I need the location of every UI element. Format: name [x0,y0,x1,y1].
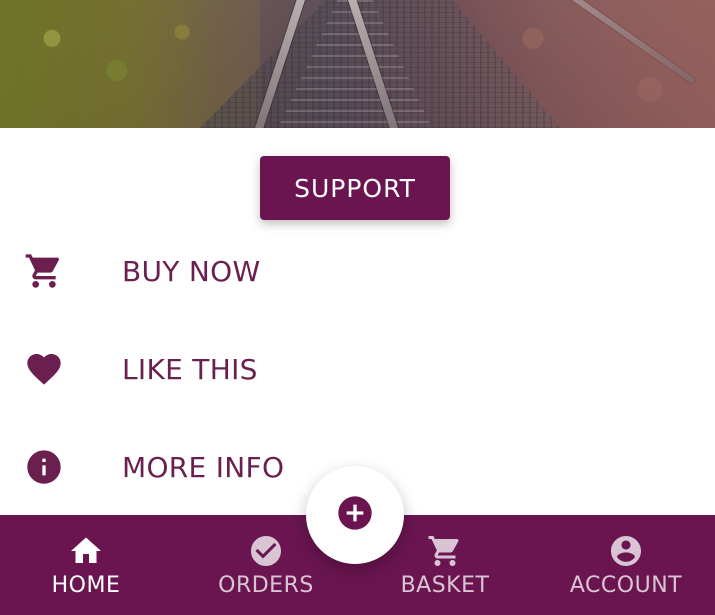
support-button[interactable]: SUPPORT [260,156,450,220]
nav-label-basket: BASKET [400,573,490,598]
hero-image [0,0,715,128]
home-icon [66,531,106,571]
menu-item-label: MORE INFO [122,450,285,484]
nav-item-orders[interactable]: ORDERS [214,515,318,615]
nav-label-account: ACCOUNT [569,573,683,598]
menu-item-buy-now[interactable]: BUY NOW [0,222,715,320]
shopping-cart-icon [425,531,465,571]
menu-item-label: LIKE THIS [122,352,258,386]
menu-item-like-this[interactable]: LIKE THIS [0,320,715,418]
add-fab[interactable] [306,466,404,564]
info-icon [24,447,64,487]
shopping-cart-icon [24,251,64,291]
add-circle-icon [335,493,375,537]
nav-item-home[interactable]: HOME [38,515,134,615]
nav-item-account[interactable]: ACCOUNT [566,515,686,615]
nav-label-home: HOME [51,573,121,598]
heart-icon [24,349,64,389]
nav-item-basket[interactable]: BASKET [392,515,498,615]
nav-label-orders: ORDERS [218,573,314,598]
account-circle-icon [606,531,646,571]
check-circle-icon [246,531,286,571]
menu-item-label: BUY NOW [122,254,261,288]
